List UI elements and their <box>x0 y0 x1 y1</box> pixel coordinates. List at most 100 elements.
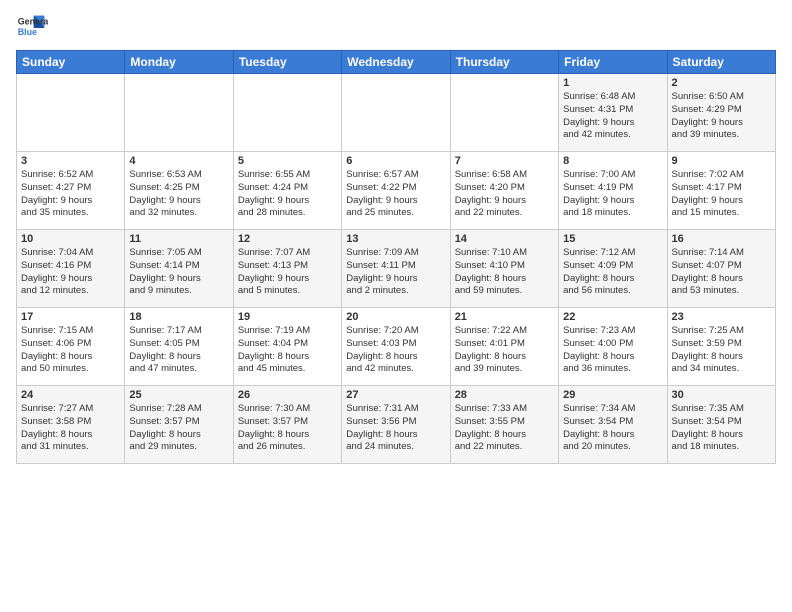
day-cell <box>233 74 341 152</box>
svg-text:Blue: Blue <box>18 27 37 37</box>
day-number: 27 <box>346 389 445 401</box>
day-info: Sunrise: 7:14 AM Sunset: 4:07 PM Dayligh… <box>672 247 771 298</box>
day-number: 17 <box>21 311 120 323</box>
day-info: Sunrise: 6:57 AM Sunset: 4:22 PM Dayligh… <box>346 169 445 220</box>
day-info: Sunrise: 7:17 AM Sunset: 4:05 PM Dayligh… <box>129 325 228 376</box>
day-number: 16 <box>672 233 771 245</box>
day-info: Sunrise: 7:34 AM Sunset: 3:54 PM Dayligh… <box>563 403 662 454</box>
day-cell <box>125 74 233 152</box>
day-cell: 23 Sunrise: 7:25 AM Sunset: 3:59 PM Dayli… <box>667 308 775 386</box>
day-cell: 10 Sunrise: 7:04 AM Sunset: 4:16 PM Dayli… <box>17 230 125 308</box>
day-number: 9 <box>672 155 771 167</box>
day-cell: 7 Sunrise: 6:58 AM Sunset: 4:20 PM Daylig… <box>450 152 558 230</box>
day-info: Sunrise: 7:20 AM Sunset: 4:03 PM Dayligh… <box>346 325 445 376</box>
day-number: 25 <box>129 389 228 401</box>
day-number: 8 <box>563 155 662 167</box>
header: General Blue <box>16 12 776 44</box>
day-cell: 25 Sunrise: 7:28 AM Sunset: 3:57 PM Dayli… <box>125 386 233 464</box>
day-cell: 19Sunrise: 7:19 AM Sunset: 4:04 PM Dayli… <box>233 308 341 386</box>
day-cell: 15 Sunrise: 7:12 AM Sunset: 4:09 PM Dayli… <box>559 230 667 308</box>
day-number: 4 <box>129 155 228 167</box>
calendar-header-row: SundayMondayTuesdayWednesdayThursdayFrid… <box>17 51 776 74</box>
day-cell: 14Sunrise: 7:10 AM Sunset: 4:10 PM Dayli… <box>450 230 558 308</box>
calendar-body: 1Sunrise: 6:48 AM Sunset: 4:31 PM Daylig… <box>17 74 776 464</box>
day-number: 18 <box>129 311 228 323</box>
day-info: Sunrise: 7:25 AM Sunset: 3:59 PM Dayligh… <box>672 325 771 376</box>
day-cell: 11 Sunrise: 7:05 AM Sunset: 4:14 PM Dayli… <box>125 230 233 308</box>
day-info: Sunrise: 7:27 AM Sunset: 3:58 PM Dayligh… <box>21 403 120 454</box>
day-info: Sunrise: 7:35 AM Sunset: 3:54 PM Dayligh… <box>672 403 771 454</box>
day-info: Sunrise: 7:09 AM Sunset: 4:11 PM Dayligh… <box>346 247 445 298</box>
day-info: Sunrise: 6:52 AM Sunset: 4:27 PM Dayligh… <box>21 169 120 220</box>
day-info: Sunrise: 7:05 AM Sunset: 4:14 PM Dayligh… <box>129 247 228 298</box>
day-info: Sunrise: 7:00 AM Sunset: 4:19 PM Dayligh… <box>563 169 662 220</box>
day-cell: 17 Sunrise: 7:15 AM Sunset: 4:06 PM Dayli… <box>17 308 125 386</box>
day-number: 5 <box>238 155 337 167</box>
day-cell <box>342 74 450 152</box>
day-info: Sunrise: 7:28 AM Sunset: 3:57 PM Dayligh… <box>129 403 228 454</box>
logo-icon: General Blue <box>16 12 48 44</box>
day-cell: 1Sunrise: 6:48 AM Sunset: 4:31 PM Daylig… <box>559 74 667 152</box>
day-info: Sunrise: 7:19 AM Sunset: 4:04 PM Dayligh… <box>238 325 337 376</box>
column-header-thursday: Thursday <box>450 51 558 74</box>
day-cell: 29 Sunrise: 7:34 AM Sunset: 3:54 PM Dayli… <box>559 386 667 464</box>
day-cell: 27 Sunrise: 7:31 AM Sunset: 3:56 PM Dayli… <box>342 386 450 464</box>
day-cell: 2Sunrise: 6:50 AM Sunset: 4:29 PM Daylig… <box>667 74 775 152</box>
day-cell: 18 Sunrise: 7:17 AM Sunset: 4:05 PM Dayli… <box>125 308 233 386</box>
page: General Blue SundayMondayTuesdayWednesda… <box>0 0 792 472</box>
day-number: 29 <box>563 389 662 401</box>
column-header-sunday: Sunday <box>17 51 125 74</box>
day-cell: 6 Sunrise: 6:57 AM Sunset: 4:22 PM Daylig… <box>342 152 450 230</box>
day-number: 20 <box>346 311 445 323</box>
day-cell: 16 Sunrise: 7:14 AM Sunset: 4:07 PM Dayli… <box>667 230 775 308</box>
day-info: Sunrise: 6:55 AM Sunset: 4:24 PM Dayligh… <box>238 169 337 220</box>
day-number: 10 <box>21 233 120 245</box>
day-cell <box>450 74 558 152</box>
day-cell: 12Sunrise: 7:07 AM Sunset: 4:13 PM Dayli… <box>233 230 341 308</box>
day-cell: 4 Sunrise: 6:53 AM Sunset: 4:25 PM Daylig… <box>125 152 233 230</box>
logo: General Blue <box>16 12 52 44</box>
day-number: 14 <box>455 233 554 245</box>
day-cell: 24Sunrise: 7:27 AM Sunset: 3:58 PM Dayli… <box>17 386 125 464</box>
day-info: Sunrise: 7:31 AM Sunset: 3:56 PM Dayligh… <box>346 403 445 454</box>
day-number: 21 <box>455 311 554 323</box>
day-cell: 22 Sunrise: 7:23 AM Sunset: 4:00 PM Dayli… <box>559 308 667 386</box>
day-cell: 13 Sunrise: 7:09 AM Sunset: 4:11 PM Dayli… <box>342 230 450 308</box>
day-info: Sunrise: 6:50 AM Sunset: 4:29 PM Dayligh… <box>672 91 771 142</box>
day-number: 15 <box>563 233 662 245</box>
day-number: 3 <box>21 155 120 167</box>
day-number: 7 <box>455 155 554 167</box>
day-cell <box>17 74 125 152</box>
day-number: 28 <box>455 389 554 401</box>
day-cell: 5 Sunrise: 6:55 AM Sunset: 4:24 PM Daylig… <box>233 152 341 230</box>
day-info: Sunrise: 7:15 AM Sunset: 4:06 PM Dayligh… <box>21 325 120 376</box>
week-row-5: 24Sunrise: 7:27 AM Sunset: 3:58 PM Dayli… <box>17 386 776 464</box>
day-cell: 30 Sunrise: 7:35 AM Sunset: 3:54 PM Dayli… <box>667 386 775 464</box>
day-info: Sunrise: 6:48 AM Sunset: 4:31 PM Dayligh… <box>563 91 662 142</box>
day-info: Sunrise: 7:23 AM Sunset: 4:00 PM Dayligh… <box>563 325 662 376</box>
calendar-table: SundayMondayTuesdayWednesdayThursdayFrid… <box>16 50 776 464</box>
day-number: 30 <box>672 389 771 401</box>
day-cell: 20 Sunrise: 7:20 AM Sunset: 4:03 PM Dayli… <box>342 308 450 386</box>
day-info: Sunrise: 7:02 AM Sunset: 4:17 PM Dayligh… <box>672 169 771 220</box>
column-header-wednesday: Wednesday <box>342 51 450 74</box>
day-info: Sunrise: 6:53 AM Sunset: 4:25 PM Dayligh… <box>129 169 228 220</box>
day-number: 11 <box>129 233 228 245</box>
column-header-tuesday: Tuesday <box>233 51 341 74</box>
column-header-friday: Friday <box>559 51 667 74</box>
day-number: 23 <box>672 311 771 323</box>
day-info: Sunrise: 7:07 AM Sunset: 4:13 PM Dayligh… <box>238 247 337 298</box>
day-number: 26 <box>238 389 337 401</box>
day-info: Sunrise: 6:58 AM Sunset: 4:20 PM Dayligh… <box>455 169 554 220</box>
svg-text:General: General <box>18 16 48 26</box>
day-number: 22 <box>563 311 662 323</box>
day-cell: 8 Sunrise: 7:00 AM Sunset: 4:19 PM Daylig… <box>559 152 667 230</box>
day-number: 13 <box>346 233 445 245</box>
day-cell: 9 Sunrise: 7:02 AM Sunset: 4:17 PM Daylig… <box>667 152 775 230</box>
day-info: Sunrise: 7:04 AM Sunset: 4:16 PM Dayligh… <box>21 247 120 298</box>
week-row-4: 17 Sunrise: 7:15 AM Sunset: 4:06 PM Dayli… <box>17 308 776 386</box>
day-info: Sunrise: 7:22 AM Sunset: 4:01 PM Dayligh… <box>455 325 554 376</box>
day-info: Sunrise: 7:30 AM Sunset: 3:57 PM Dayligh… <box>238 403 337 454</box>
day-number: 6 <box>346 155 445 167</box>
day-info: Sunrise: 7:12 AM Sunset: 4:09 PM Dayligh… <box>563 247 662 298</box>
